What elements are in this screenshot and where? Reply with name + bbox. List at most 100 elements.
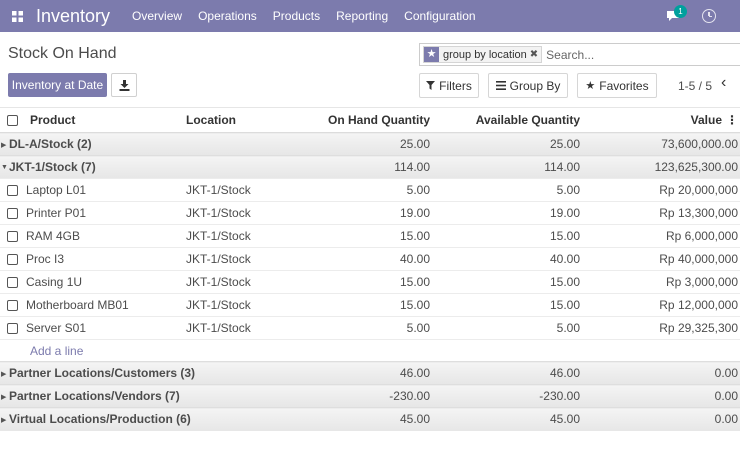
filters-label: Filters [439,78,472,93]
row-checkbox[interactable] [7,231,18,243]
table-row[interactable]: Printer P01 JKT-1/Stock 19.00 19.00 Rp 1… [0,201,740,225]
cell-location: JKT-1/Stock [186,178,326,202]
caret-right-icon: ▶ [1,370,7,378]
filter-icon [426,81,436,90]
row-checkbox[interactable] [7,300,18,312]
pager-previous-icon[interactable]: ‹ [721,74,726,92]
row-checkbox[interactable] [7,277,18,289]
group-by-button[interactable]: Group By [488,73,568,98]
menu-reporting[interactable]: Reporting [336,9,388,23]
menu-operations[interactable]: Operations [198,9,257,23]
table-row[interactable]: Casing 1U JKT-1/Stock 15.00 15.00 Rp 3,0… [0,270,740,294]
column-product[interactable]: Product [26,107,186,133]
cell-on-hand: 15.00 [326,224,434,248]
message-count-badge: 1 [674,5,687,18]
row-checkbox[interactable] [7,254,18,266]
cell-product: RAM 4GB [26,229,81,243]
search-bar[interactable]: ★ group by location ✖ [419,43,740,66]
table-row[interactable]: Motherboard MB01 JKT-1/Stock 15.00 15.00… [0,293,740,317]
group-row[interactable]: ▶ Partner Locations/Customers (3) 46.00 4… [0,361,740,385]
search-input[interactable] [546,47,697,62]
menu-overview[interactable]: Overview [132,9,182,23]
menu-products[interactable]: Products [273,9,320,23]
facet-label: group by location [443,48,527,61]
cell-product: Motherboard MB01 [26,298,129,312]
cell-location: JKT-1/Stock [186,316,326,340]
cell-value: Rp 29,325,300 [584,316,740,340]
cell-on-hand: 40.00 [326,247,434,271]
stock-list: Product Location On Hand Quantity Availa… [0,107,740,431]
messaging-icon[interactable]: 1 [666,5,688,24]
pager-value[interactable]: 1-5 / 5 [678,79,712,93]
cell-on-hand: 5.00 [326,316,434,340]
group-on-hand: -230.00 [326,384,434,408]
favorites-label: Favorites [599,78,649,93]
inventory-at-date-button[interactable]: Inventory at Date [8,73,107,97]
cell-available: 5.00 [434,316,584,340]
group-row[interactable]: ▶ Virtual Locations/Production (6) 45.00 … [0,407,740,431]
group-value: 0.00 [584,384,740,408]
cell-available: 15.00 [434,293,584,317]
group-name: Partner Locations/Customers (3) [9,366,196,380]
group-available: 25.00 [434,132,584,156]
caret-right-icon: ▶ [1,141,7,149]
group-row[interactable]: ▶ DL-A/Stock (2) 25.00 25.00 73,600,000.0… [0,132,740,156]
cell-on-hand: 19.00 [326,201,434,225]
app-brand[interactable]: Inventory [36,6,110,27]
group-available: -230.00 [434,384,584,408]
cell-available: 40.00 [434,247,584,271]
group-name: JKT-1/Stock (7) [9,160,96,174]
group-on-hand: 25.00 [326,132,434,156]
group-row[interactable]: ▼JKT-1/Stock (7) 114.00 114.00 123,625,3… [0,155,740,179]
favorites-button[interactable]: ★ Favorites [577,73,657,98]
row-checkbox[interactable] [7,208,18,220]
cell-value: Rp 12,000,000 [584,293,740,317]
star-icon: ★ [424,47,439,62]
download-icon [119,79,129,91]
add-line-link[interactable]: Add a line [26,344,83,358]
cell-value: Rp 40,000,000 [584,247,740,271]
page-title: Stock On Hand [8,45,117,62]
cell-location: JKT-1/Stock [186,270,326,294]
apps-menu-icon[interactable] [0,0,34,32]
table-row[interactable]: Server S01 JKT-1/Stock 5.00 5.00 Rp 29,3… [0,316,740,340]
add-line-row: Add a line [0,339,740,362]
cell-value: Rp 13,300,000 [584,201,740,225]
group-value: 123,625,300.00 [584,155,740,179]
cell-available: 19.00 [434,201,584,225]
row-checkbox[interactable] [7,323,18,335]
cell-on-hand: 15.00 [326,270,434,294]
caret-right-icon: ▶ [1,417,7,425]
column-value[interactable]: Value ⋮ [584,107,740,133]
filters-button[interactable]: Filters [419,73,479,98]
column-location[interactable]: Location [186,107,326,133]
menu-configuration[interactable]: Configuration [404,9,475,23]
table-row[interactable]: Laptop L01 JKT-1/Stock 5.00 5.00 Rp 20,0… [0,178,740,202]
column-available[interactable]: Available Quantity [434,107,584,133]
activity-clock-icon[interactable] [702,9,716,23]
list-icon [495,81,506,90]
group-name: DL-A/Stock (2) [9,137,92,151]
column-on-hand[interactable]: On Hand Quantity [326,107,434,133]
facet-remove-icon[interactable]: ✖ [530,49,541,60]
cell-available: 15.00 [434,270,584,294]
table-row[interactable]: Proc I3 JKT-1/Stock 40.00 40.00 Rp 40,00… [0,247,740,271]
group-value: 0.00 [584,407,740,431]
select-all-cell[interactable] [0,107,26,133]
cell-product: Casing 1U [26,275,83,289]
table-header: Product Location On Hand Quantity Availa… [0,107,740,133]
group-on-hand: 45.00 [326,407,434,431]
group-by-label: Group By [509,78,561,93]
group-row[interactable]: ▶ Partner Locations/Vendors (7) -230.00 -… [0,384,740,408]
cell-location: JKT-1/Stock [186,224,326,248]
main-menu: Overview Operations Products Reporting C… [132,9,492,23]
cell-location: JKT-1/Stock [186,247,326,271]
column-options-icon[interactable]: ⋮ [726,113,738,127]
search-facet: ★ group by location ✖ [423,46,543,63]
download-button[interactable] [111,73,137,97]
select-all-checkbox[interactable] [7,115,18,127]
cell-on-hand: 5.00 [326,178,434,202]
table-row[interactable]: RAM 4GB JKT-1/Stock 15.00 15.00 Rp 6,000… [0,224,740,248]
row-checkbox[interactable] [7,185,18,197]
navbar-systray: 1 [666,0,716,32]
